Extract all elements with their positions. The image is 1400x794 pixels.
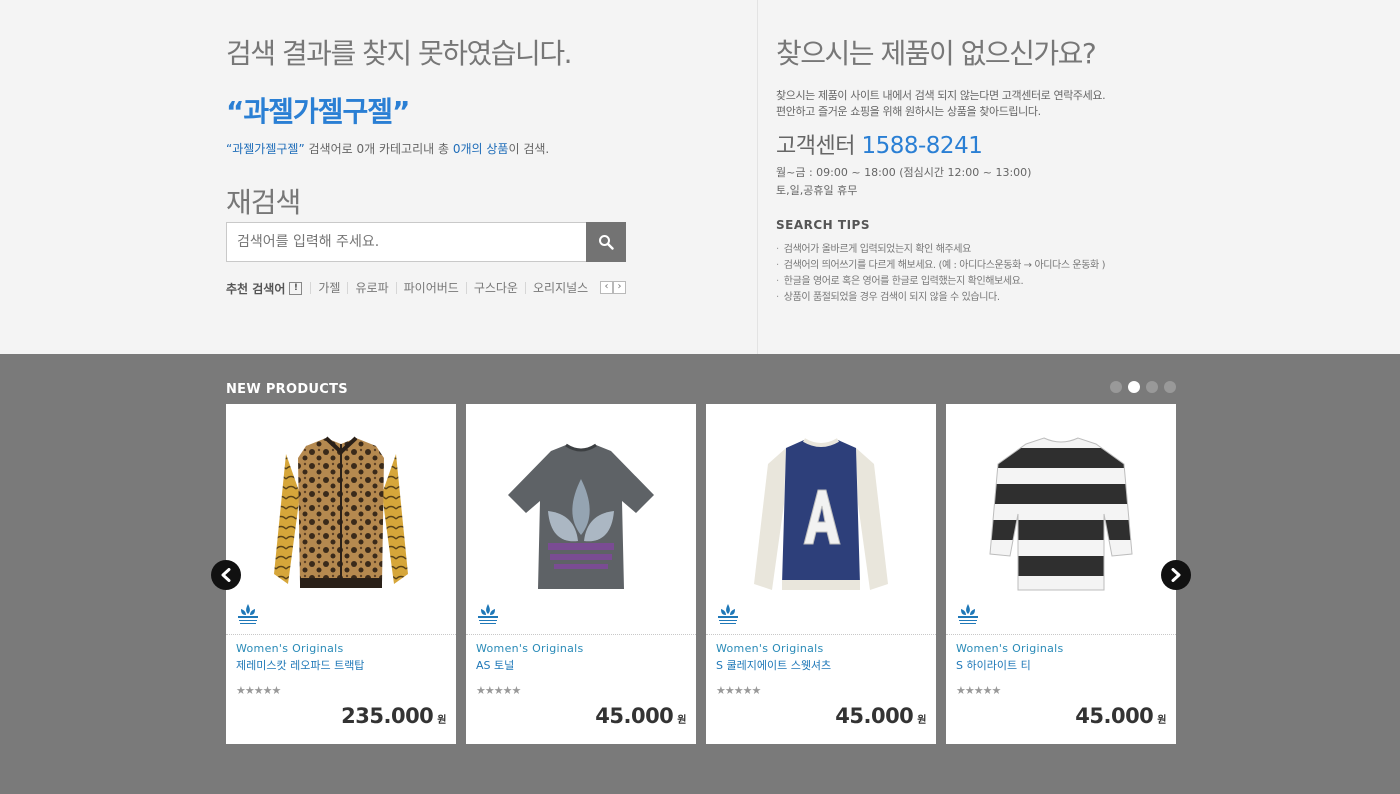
recommended-keywords: 추천 검색어 ! 가젤 유로파 파이어버드 구스다운 오리지널스 ‹ ›: [226, 279, 626, 297]
help-desc-line: 편안하고 즐거운 쇼핑을 위해 원하시는 상품을 찾아드립니다.: [776, 105, 1041, 118]
help-desc-line: 찾으시는 제품이 사이트 내에서 검색 되지 않는다면 고객센터로 연락주세요.: [776, 89, 1106, 102]
carousel-pagination: [1110, 381, 1176, 393]
adidas-logo-icon: [478, 604, 498, 624]
rating-stars: ★★★★★: [476, 684, 521, 697]
research-title: 재검색: [226, 186, 301, 219]
no-result-title: 검색 결과를 찾지 못하였습니다.: [226, 37, 572, 70]
cs-hours: 월~금 : 09:00 ~ 18:00 (점심시간 12:00 ~ 13:00)…: [776, 164, 1156, 200]
search-tip: 검색어의 띄어쓰기를 다르게 해보세요. (예 : 아디다스운동화 → 아디다스…: [776, 258, 1156, 274]
carousel-prev-button[interactable]: [211, 560, 241, 590]
product-card[interactable]: Women's Originals S 하이라이트 티 ★★★★★ 45.000…: [946, 404, 1176, 744]
product-name[interactable]: 제레미스캇 레오파드 트랙탑: [236, 657, 364, 673]
summary-text: 검색어로 0개 카테고리내 총: [304, 142, 453, 156]
collegiate-sweatshirt-icon: [754, 438, 888, 590]
carousel-dot[interactable]: [1146, 381, 1158, 393]
card-divider: [466, 634, 696, 635]
product-image[interactable]: [946, 404, 1176, 634]
keyword-link[interactable]: 가젤: [310, 282, 347, 294]
search-input[interactable]: [227, 223, 587, 261]
keyword-link[interactable]: 오리지널스: [524, 282, 595, 294]
product-image[interactable]: [226, 404, 456, 634]
keyword-pager: ‹ ›: [600, 281, 626, 294]
rating-stars: ★★★★★: [236, 684, 281, 697]
product-category[interactable]: Women's Originals: [956, 642, 1064, 655]
product-category[interactable]: Women's Originals: [476, 642, 584, 655]
currency-label: 원: [437, 715, 446, 726]
help-title: 찾으시는 제품이 없으신가요?: [776, 37, 1097, 70]
cs-label: 고객센터: [776, 134, 855, 159]
result-summary: “과젤가젤구젤” 검색어로 0개 카테고리내 총 0개의 상품이 검색.: [226, 140, 646, 157]
product-price: 235.000 원: [341, 704, 446, 728]
recommend-label: 추천 검색어: [226, 281, 286, 296]
summary-end: 이 검색.: [508, 142, 550, 156]
trefoil-tee-icon: [508, 443, 654, 589]
adidas-logo-icon: [718, 604, 738, 624]
adidas-logo-icon: [238, 604, 258, 624]
recommend-badge: !: [289, 281, 303, 295]
rating-stars: ★★★★★: [956, 684, 1001, 697]
help-panel: 찾으시는 제품이 없으신가요? 찾으시는 제품이 사이트 내에서 검색 되지 않…: [776, 32, 1156, 306]
search-tips-list: 검색어가 올바르게 입력되었는지 확인 해주세요 검색어의 띄어쓰기를 다르게 …: [776, 242, 1156, 306]
product-name[interactable]: AS 토널: [476, 657, 514, 673]
product-name[interactable]: S 쿨레지에이트 스웻셔츠: [716, 657, 831, 673]
chevron-right-icon: [1171, 568, 1181, 582]
hours-weekday: 월~금 : 09:00 ~ 18:00 (점심시간 12:00 ~ 13:00): [776, 166, 1032, 179]
product-category[interactable]: Women's Originals: [716, 642, 824, 655]
hours-weekend: 토,일,공휴일 휴무: [776, 184, 858, 197]
leopard-track-jacket-icon: [274, 436, 408, 588]
cs-phone: 1588-8241: [861, 133, 983, 159]
keyword-link[interactable]: 유로파: [347, 282, 395, 294]
currency-label: 원: [1157, 715, 1166, 726]
search-button[interactable]: [586, 222, 626, 262]
keyword-prev-button[interactable]: ‹: [600, 281, 613, 294]
result-panel: 검색 결과를 찾지 못하였습니다. “과젤가젤구젤” “과젤가젤구젤” 검색어로…: [226, 32, 646, 221]
search-tip: 한글을 영어로 혹은 영어를 한글로 입력했는지 확인해보세요.: [776, 274, 1156, 290]
striped-tee-icon: [989, 437, 1133, 591]
summary-count: 0개의 상품: [452, 142, 509, 156]
product-card[interactable]: Women's Originals S 쿨레지에이트 스웻셔츠 ★★★★★ 45…: [706, 404, 936, 744]
new-products-section: NEW PRODUCTS Women's Originals 제레미스캇 레오파…: [0, 354, 1400, 794]
card-divider: [226, 634, 456, 635]
search-icon: [599, 235, 614, 250]
price-value: 45.000: [1075, 704, 1154, 728]
search-form: [226, 222, 626, 262]
adidas-logo-icon: [958, 604, 978, 624]
summary-query: “과젤가젤구젤”: [226, 142, 305, 156]
product-image[interactable]: [466, 404, 696, 634]
customer-center: 고객센터 1588-8241: [776, 128, 1156, 160]
search-result-section: 검색 결과를 찾지 못하였습니다. “과젤가젤구젤” “과젤가젤구젤” 검색어로…: [0, 0, 1400, 354]
product-image[interactable]: [706, 404, 936, 634]
keyword-link[interactable]: 구스다운: [465, 282, 525, 294]
help-description: 찾으시는 제품이 사이트 내에서 검색 되지 않는다면 고객센터로 연락주세요.…: [776, 88, 1156, 120]
product-card[interactable]: Women's Originals 제레미스캇 레오파드 트랙탑 ★★★★★ 2…: [226, 404, 456, 744]
keyword-next-button[interactable]: ›: [613, 281, 626, 294]
search-query: “과젤가젤구젤”: [226, 95, 410, 128]
chevron-left-icon: [221, 568, 231, 582]
carousel-next-button[interactable]: [1161, 560, 1191, 590]
rating-stars: ★★★★★: [716, 684, 761, 697]
new-products-title: NEW PRODUCTS: [226, 382, 348, 397]
price-value: 45.000: [595, 704, 674, 728]
carousel-dot[interactable]: [1164, 381, 1176, 393]
price-value: 45.000: [835, 704, 914, 728]
card-divider: [946, 634, 1176, 635]
column-divider: [757, 0, 758, 354]
product-carousel: Women's Originals 제레미스캇 레오파드 트랙탑 ★★★★★ 2…: [226, 404, 1176, 744]
search-tip: 상품이 품절되었을 경우 검색이 되지 않을 수 있습니다.: [776, 290, 1156, 306]
product-name[interactable]: S 하이라이트 티: [956, 657, 1031, 673]
price-value: 235.000: [341, 704, 434, 728]
keyword-link[interactable]: 파이어버드: [395, 282, 466, 294]
card-divider: [706, 634, 936, 635]
currency-label: 원: [677, 715, 686, 726]
search-tips-title: SEARCH TIPS: [776, 218, 870, 232]
carousel-dot-active[interactable]: [1128, 381, 1140, 393]
search-tip: 검색어가 올바르게 입력되었는지 확인 해주세요: [776, 242, 1156, 258]
currency-label: 원: [917, 715, 926, 726]
product-card[interactable]: Women's Originals AS 토널 ★★★★★ 45.000 원: [466, 404, 696, 744]
carousel-dot[interactable]: [1110, 381, 1122, 393]
product-price: 45.000 원: [1075, 704, 1166, 728]
product-price: 45.000 원: [595, 704, 686, 728]
product-category[interactable]: Women's Originals: [236, 642, 344, 655]
product-price: 45.000 원: [835, 704, 926, 728]
